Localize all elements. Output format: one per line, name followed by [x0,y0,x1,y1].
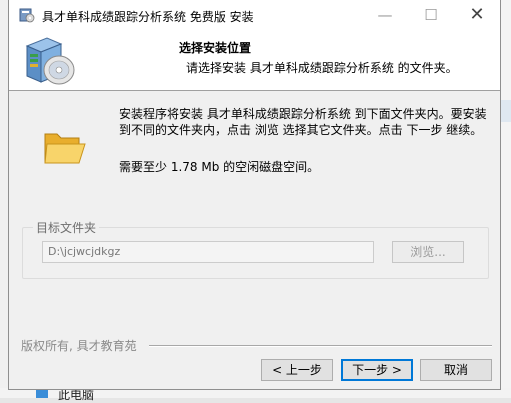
cancel-button[interactable]: 取消 [420,359,492,381]
installer-window: 具才单科成绩跟踪分析系统 免费版 安装 — ☐ ✕ 选择安装位置 请选择安装 具… [8,0,501,390]
maximize-button[interactable]: ☐ [408,0,454,30]
footer-divider [149,345,492,347]
space-required: 需要至少 1.78 Mb 的空闲磁盘空间。 [119,160,320,174]
title-bar[interactable]: 具才单科成绩跟踪分析系统 免费版 安装 — ☐ ✕ [9,0,500,30]
browse-button[interactable]: 浏览... [392,241,464,263]
destination-path-input[interactable]: D:\jcjwcjdkgz [42,241,374,263]
page-title: 选择安装位置 [179,41,252,55]
destination-group-label: 目标文件夹 [33,219,100,236]
page-subtitle: 请选择安装 具才单科成绩跟踪分析系统 的文件夹。 [186,61,458,75]
minimize-button[interactable]: — [362,0,408,30]
back-button[interactable]: < 上一步 [261,359,333,381]
computer-icon [36,389,48,398]
close-button[interactable]: ✕ [454,0,500,30]
window-title: 具才单科成绩跟踪分析系统 免费版 安装 [42,10,254,24]
background-selected-item [501,100,511,122]
header-banner: 选择安装位置 请选择安装 具才单科成绩跟踪分析系统 的文件夹。 [9,30,500,91]
install-description: 安装程序将安装 具才单科成绩跟踪分析系统 到下面文件夹内。要安装到不同的文件夹内… [119,107,487,137]
branding-text: 版权所有, 具才教育苑 [21,339,137,353]
next-button[interactable]: 下一步 > [341,359,413,381]
installer-app-icon [19,8,35,23]
background-right [501,0,511,398]
folder-open-icon [44,133,86,164]
installer-box-disc-icon [25,37,75,85]
